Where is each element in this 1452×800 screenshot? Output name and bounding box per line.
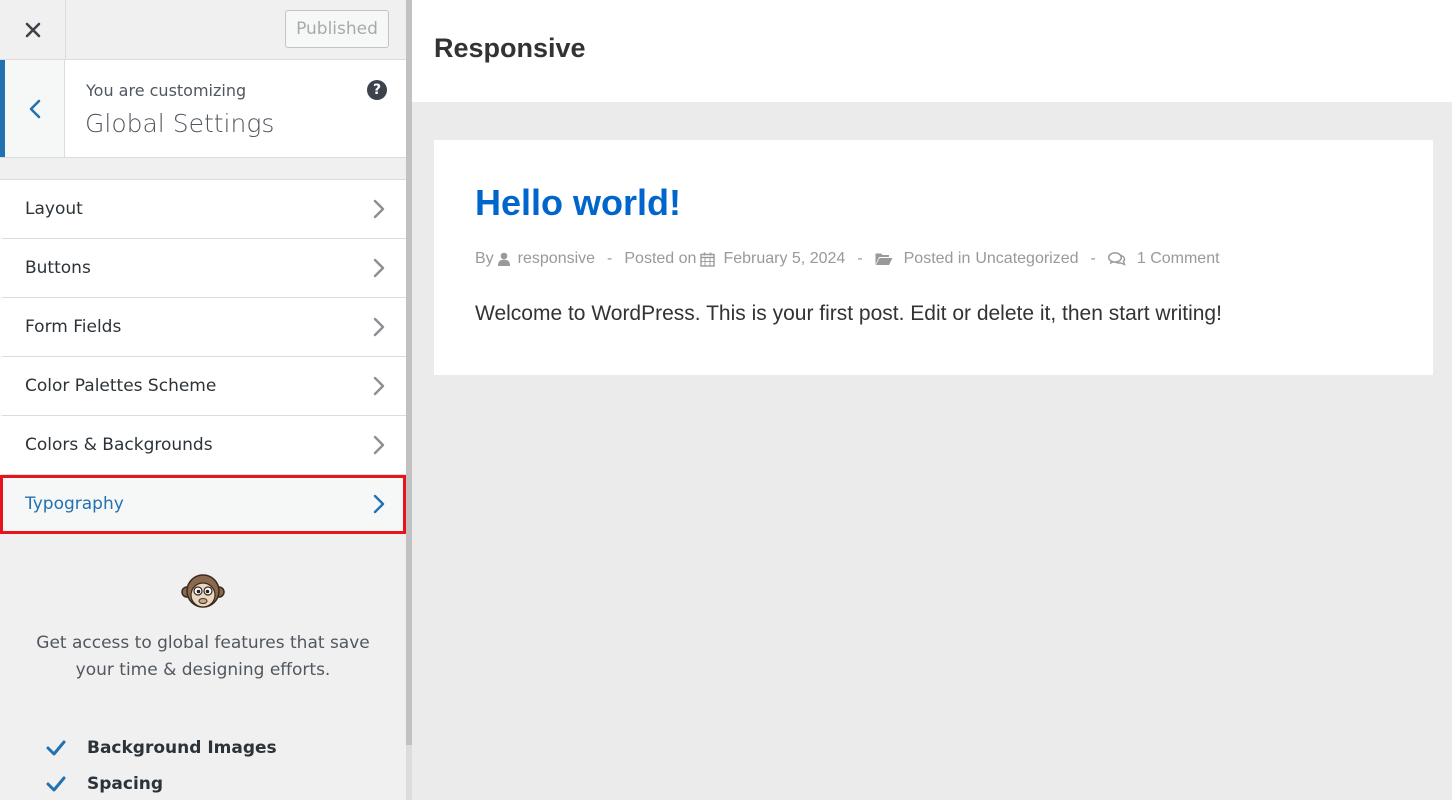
meta-separator: - [607,250,613,267]
menu-item-label: Buttons [25,258,91,278]
menu-item-label: Layout [25,199,83,219]
post-date-link[interactable]: February 5, 2024 [723,250,845,268]
menu-item-layout[interactable]: Layout [0,180,406,239]
menu-item-colors-backgrounds[interactable]: Colors & Backgrounds [0,416,406,475]
folder-open-icon [875,253,893,265]
customizer-topbar: Published [0,0,406,60]
site-header: Responsive [412,0,1452,102]
post-title-link[interactable]: Hello world! [475,182,681,224]
checkmark-icon [46,776,66,792]
post-excerpt: Welcome to WordPress. This is your first… [475,302,1222,325]
checkmark-icon [46,740,66,756]
menu-item-label: Color Palettes Scheme [25,376,217,396]
feature-label: Spacing [87,774,164,794]
chevron-right-icon [373,258,385,278]
menu-item-color-palettes[interactable]: Color Palettes Scheme [0,357,406,416]
chevron-right-icon [373,376,385,396]
customizer-sidebar: Published You are customizing Global Set… [0,0,412,800]
feature-label: Background Images [87,738,277,758]
comments-icon [1107,252,1126,266]
chevron-right-icon [373,199,385,219]
customizing-label: You are customizing [86,81,247,100]
feature-item: Spacing [46,772,163,796]
meta-separator: - [857,250,863,267]
post-meta: By responsive - Posted on February 5, 20… [475,250,1220,268]
author-link[interactable]: responsive [518,250,595,268]
menu-item-form-fields[interactable]: Form Fields [0,298,406,357]
site-title[interactable]: Responsive [434,33,586,64]
feature-item: Background Images [46,736,277,760]
promo-text: Get access to global features that save … [36,633,370,680]
user-icon [497,252,510,266]
menu-item-typography[interactable]: Typography [0,475,406,534]
menu-item-label: Typography [25,494,124,514]
comments-link[interactable]: 1 Comment [1137,250,1220,268]
help-icon[interactable]: ? [367,80,387,100]
section-header: You are customizing Global Settings ? [0,60,406,158]
by-label: By [475,250,494,267]
close-customizer-button[interactable] [0,0,66,59]
post-card: Hello world! By responsive - Posted on F… [434,140,1433,375]
calendar-icon [700,252,716,267]
menu-item-buttons[interactable]: Buttons [0,239,406,298]
site-preview: Responsive Hello world! By responsive - … [412,0,1452,800]
posted-on-label: Posted on [624,250,697,267]
category-link[interactable]: Uncategorized [975,250,1078,268]
back-button[interactable] [0,60,65,157]
section-title: Global Settings [85,109,275,138]
promo-panel: Get access to global features that save … [0,540,406,800]
published-button[interactable]: Published [285,10,389,48]
menu-item-label: Colors & Backgrounds [25,435,213,455]
close-icon [25,22,40,37]
monkey-icon [181,574,225,608]
settings-menu: Layout Buttons Form Fields Color Palette… [0,179,406,534]
chevron-left-icon [29,99,40,118]
chevron-right-icon [373,317,385,337]
menu-item-label: Form Fields [25,317,122,337]
chevron-right-icon [373,494,385,514]
chevron-right-icon [373,435,385,455]
meta-separator: - [1090,250,1096,267]
posted-in-label: Posted in [903,250,971,267]
